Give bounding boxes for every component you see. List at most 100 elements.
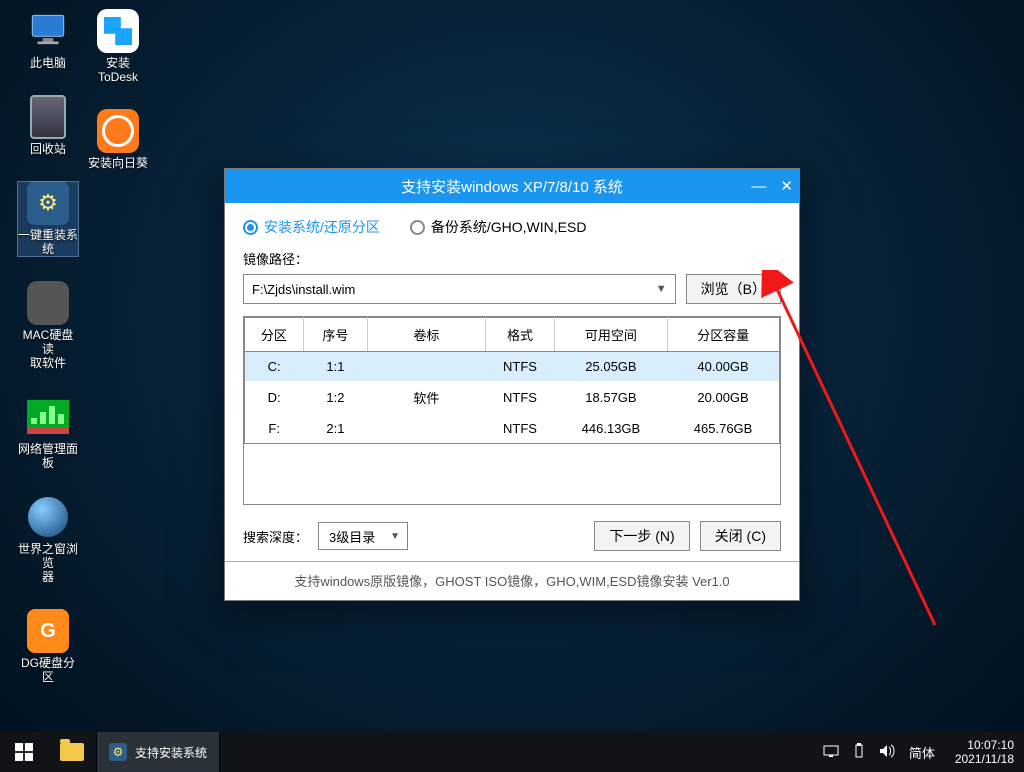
desktop-icon-dg[interactable]: G DG硬盘分区 xyxy=(18,610,78,684)
table-row[interactable]: F:2:1 NTFS446.13GB465.76GB xyxy=(245,414,780,444)
table-cell: C: xyxy=(245,352,304,382)
table-cell: NTFS xyxy=(485,352,555,382)
desktop-icon-label: 安装向日葵 xyxy=(88,156,148,170)
col-index[interactable]: 序号 xyxy=(303,318,367,352)
clock-date: 2021/11/18 xyxy=(955,752,1014,766)
next-button-label: 下一步 (N) xyxy=(609,526,674,546)
footer-text: 支持windows原版镜像，GHOST ISO镜像，GHO,WIM,ESD镜像安… xyxy=(225,561,799,600)
dg-icon: G xyxy=(27,610,69,652)
table-header-row: 分区 序号 卷标 格式 可用空间 分区容量 xyxy=(245,318,780,352)
chevron-down-icon: ▼ xyxy=(656,283,667,295)
desktop-icon-label: 网络管理面板 xyxy=(18,442,78,470)
desktop-icon-label: 回收站 xyxy=(30,142,66,156)
gear-icon: ⚙ xyxy=(109,743,127,761)
table-cell: 2:1 xyxy=(303,414,367,444)
desktop-icons-col2: 安装ToDesk 安装向日葵 xyxy=(88,10,148,170)
table-cell: 1:1 xyxy=(303,352,367,382)
desktop-icon-label: MAC硬盘读 取软件 xyxy=(18,328,78,370)
volume-tray-icon[interactable] xyxy=(879,744,895,761)
ime-indicator[interactable]: 简体 xyxy=(909,743,935,762)
col-partition[interactable]: 分区 xyxy=(245,318,304,352)
col-format[interactable]: 格式 xyxy=(485,318,555,352)
table-cell xyxy=(368,352,486,382)
radio-label: 备份系统/GHO,WIN,ESD xyxy=(431,217,587,237)
desktop: 此电脑 回收站 ⚙ 一键重装系统 MAC硬盘读 取软件 网络管理面板 世界之窗浏… xyxy=(0,0,1024,772)
radio-dot-icon xyxy=(243,220,258,235)
browse-button[interactable]: 浏览（B） xyxy=(686,274,781,304)
sunflower-icon xyxy=(97,110,139,152)
close-icon[interactable]: ✕ xyxy=(780,177,793,195)
desktop-icons-col1: 此电脑 回收站 ⚙ 一键重装系统 MAC硬盘读 取软件 网络管理面板 世界之窗浏… xyxy=(18,10,78,684)
radio-label: 安装系统/还原分区 xyxy=(264,217,380,237)
installer-window: 支持安装windows XP/7/8/10 系统 — ✕ 安装系统/还原分区 备… xyxy=(224,168,800,601)
depth-select[interactable]: 3级目录 ▼ xyxy=(318,522,408,550)
task-label: 支持安装系统 xyxy=(135,744,207,761)
start-button[interactable] xyxy=(0,732,48,772)
desktop-icon-sunflower[interactable]: 安装向日葵 xyxy=(88,110,148,170)
table-cell: 465.76GB xyxy=(667,414,779,444)
table-row[interactable]: D:1:2软件NTFS18.57GB20.00GB xyxy=(245,381,780,414)
depth-label: 搜索深度： xyxy=(243,527,308,546)
taskbar-active-task[interactable]: ⚙ 支持安装系统 xyxy=(96,732,220,772)
table-cell: NTFS xyxy=(485,414,555,444)
table-cell: 1:2 xyxy=(303,381,367,414)
desktop-icon-label: 世界之窗浏览 器 xyxy=(18,542,78,584)
network-tray-icon[interactable] xyxy=(823,744,839,761)
system-tray: 简体 10:07:10 2021/11/18 xyxy=(823,738,1024,766)
desktop-icon-this-pc[interactable]: 此电脑 xyxy=(18,10,78,70)
desktop-icon-todesk[interactable]: 安装ToDesk xyxy=(88,10,148,84)
taskbar-explorer[interactable] xyxy=(48,732,96,772)
table-cell: 446.13GB xyxy=(555,414,667,444)
radio-dot-icon xyxy=(410,220,425,235)
folder-icon xyxy=(60,743,84,761)
table-cell: F: xyxy=(245,414,304,444)
globe-icon xyxy=(27,496,69,538)
desktop-icon-world[interactable]: 世界之窗浏览 器 xyxy=(18,496,78,584)
table-cell: 20.00GB xyxy=(667,381,779,414)
close-button[interactable]: 关闭 (C) xyxy=(700,521,781,551)
desktop-icon-recycle[interactable]: 回收站 xyxy=(18,96,78,156)
desktop-icon-macdisk[interactable]: MAC硬盘读 取软件 xyxy=(18,282,78,370)
image-path-combo[interactable]: F:\Zjds\install.wim ▼ xyxy=(243,274,676,304)
todesk-icon xyxy=(97,10,139,52)
next-button[interactable]: 下一步 (N) xyxy=(594,521,689,551)
desktop-icon-oneclick[interactable]: ⚙ 一键重装系统 xyxy=(18,182,78,256)
radio-install[interactable]: 安装系统/还原分区 xyxy=(243,217,380,237)
window-title: 支持安装windows XP/7/8/10 系统 xyxy=(401,176,623,197)
bin-icon xyxy=(27,96,69,138)
close-button-label: 关闭 (C) xyxy=(715,526,766,546)
image-path-label: 镜像路径： xyxy=(243,249,781,268)
table-row[interactable]: C:1:1 NTFS25.05GB40.00GB xyxy=(245,352,780,382)
table-cell xyxy=(368,414,486,444)
desktop-icon-label: 安装ToDesk xyxy=(88,56,148,84)
table-cell: 25.05GB xyxy=(555,352,667,382)
taskbar-clock[interactable]: 10:07:10 2021/11/18 xyxy=(949,738,1014,766)
chevron-down-icon: ▼ xyxy=(390,531,400,542)
col-total[interactable]: 分区容量 xyxy=(667,318,779,352)
titlebar[interactable]: 支持安装windows XP/7/8/10 系统 — ✕ xyxy=(225,169,799,203)
pc-icon xyxy=(27,10,69,52)
clock-time: 10:07:10 xyxy=(955,738,1014,752)
table-cell: D: xyxy=(245,381,304,414)
desktop-icon-netpanel[interactable]: 网络管理面板 xyxy=(18,396,78,470)
usb-tray-icon[interactable] xyxy=(853,743,865,762)
depth-value: 3级目录 xyxy=(329,527,375,546)
browse-button-label: 浏览（B） xyxy=(701,279,766,299)
apple-icon xyxy=(27,282,69,324)
col-free[interactable]: 可用空间 xyxy=(555,318,667,352)
windows-icon xyxy=(15,743,33,761)
table-cell: NTFS xyxy=(485,381,555,414)
col-volume[interactable]: 卷标 xyxy=(368,318,486,352)
desktop-icon-label: 一键重装系统 xyxy=(18,228,78,256)
image-path-value: F:\Zjds\install.wim xyxy=(252,282,355,297)
table-cell: 18.57GB xyxy=(555,381,667,414)
desktop-icon-label: 此电脑 xyxy=(30,56,66,70)
partition-table: 分区 序号 卷标 格式 可用空间 分区容量 C:1:1NTFS25.05GB40… xyxy=(243,316,781,505)
table-cell: 40.00GB xyxy=(667,352,779,382)
radio-backup[interactable]: 备份系统/GHO,WIN,ESD xyxy=(410,217,587,237)
table-cell: 软件 xyxy=(368,381,486,414)
minimize-icon[interactable]: — xyxy=(751,178,766,195)
gear-icon: ⚙ xyxy=(27,182,69,224)
desktop-icon-label: DG硬盘分区 xyxy=(18,656,78,684)
taskbar: ⚙ 支持安装系统 简体 10:07:10 2021/11/18 xyxy=(0,732,1024,772)
